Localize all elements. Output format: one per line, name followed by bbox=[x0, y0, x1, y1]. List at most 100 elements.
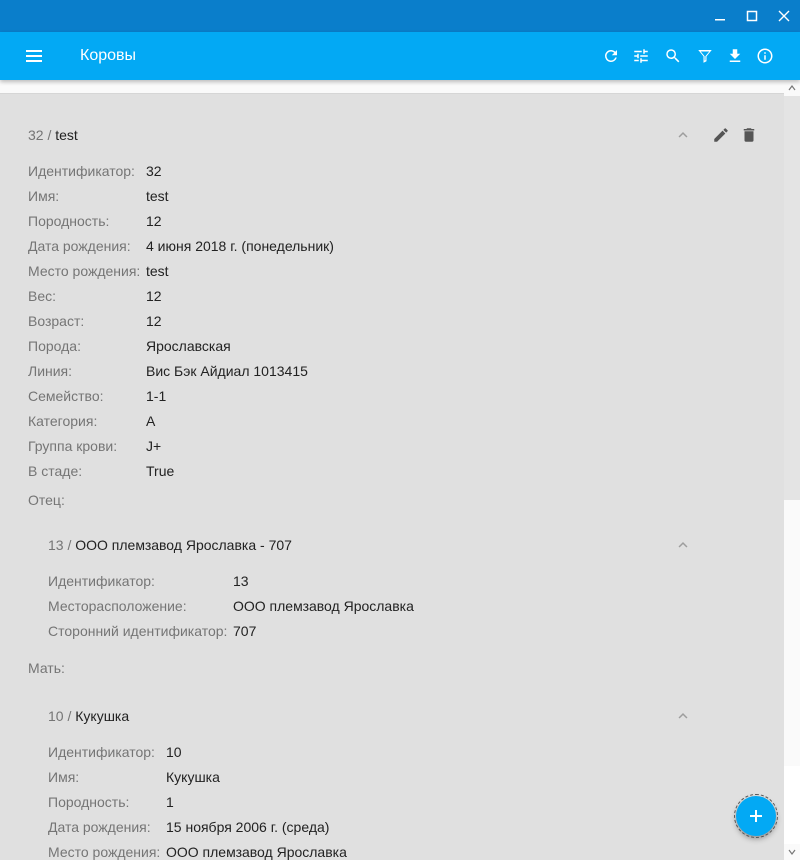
close-icon[interactable] bbox=[768, 0, 800, 32]
mother-collapse-icon[interactable] bbox=[671, 704, 695, 728]
field-row: Идентификатор: 10 bbox=[48, 742, 648, 762]
field-row: Вес: 12 bbox=[28, 286, 628, 306]
field-row: Имя: test bbox=[28, 186, 628, 206]
field-row: Место рождения: test bbox=[28, 261, 628, 281]
field-label: Семейство: bbox=[28, 388, 104, 404]
father-header: 13 / ООО племзавод Ярославка - 707 bbox=[48, 535, 292, 555]
search-icon[interactable] bbox=[661, 44, 685, 68]
field-label: Место рождения: bbox=[28, 263, 141, 279]
field-value: A bbox=[146, 413, 156, 429]
field-label: Сторонний идентификатор: bbox=[48, 623, 228, 639]
field-label: Дата рождения: bbox=[48, 819, 151, 835]
field-value: 12 bbox=[146, 213, 162, 229]
field-value: ООО племзавод Ярославка bbox=[233, 598, 414, 614]
field-row: Дата рождения: 4 июня 2018 г. (понедельни… bbox=[28, 236, 628, 256]
record-header: 32 / test bbox=[28, 125, 78, 145]
field-row: Породность: 1 bbox=[48, 792, 648, 812]
field-label: В стаде: bbox=[28, 463, 83, 479]
field-row: Категория: A bbox=[28, 411, 628, 431]
record-name: test bbox=[55, 127, 78, 143]
field-value: 32 bbox=[146, 163, 162, 179]
field-row: Порода: Ярославская bbox=[28, 336, 628, 356]
field-value: True bbox=[146, 463, 175, 479]
mother-label: Мать: bbox=[28, 660, 65, 676]
field-row: Группа крови: J+ bbox=[28, 436, 628, 456]
mother-name: Кукушка bbox=[75, 708, 130, 724]
field-label: Имя: bbox=[28, 188, 60, 204]
father-id-prefix: 13 / bbox=[48, 537, 72, 553]
info-icon[interactable] bbox=[753, 44, 777, 68]
download-icon[interactable] bbox=[723, 44, 747, 68]
field-label: Порода: bbox=[28, 338, 81, 354]
field-row: Дата рождения: 15 ноября 2006 г. (среда) bbox=[48, 817, 648, 837]
field-row: В стаде: True bbox=[28, 461, 628, 481]
collapse-icon[interactable] bbox=[671, 123, 695, 147]
tune-icon[interactable] bbox=[629, 44, 653, 68]
minimize-icon[interactable] bbox=[704, 0, 736, 32]
field-row: Возраст: 12 bbox=[28, 311, 628, 331]
field-row: Идентификатор: 13 bbox=[48, 571, 648, 591]
delete-icon[interactable] bbox=[737, 123, 761, 147]
scrollbar-thumb[interactable] bbox=[784, 96, 800, 500]
app-bar: Коровы bbox=[0, 32, 800, 80]
field-label: Идентификатор: bbox=[48, 573, 155, 589]
field-label: Возраст: bbox=[28, 313, 85, 329]
field-label: Категория: bbox=[28, 413, 98, 429]
field-label: Вес: bbox=[28, 288, 57, 304]
field-value: J+ bbox=[146, 438, 162, 454]
mother-id-prefix: 10 / bbox=[48, 708, 72, 724]
mother-header: 10 / Кукушка bbox=[48, 706, 129, 726]
field-value: 1 bbox=[166, 794, 174, 810]
field-label: Породность: bbox=[28, 213, 110, 229]
field-label: Месторасположение: bbox=[48, 598, 187, 614]
father-name: ООО племзавод Ярославка - 707 bbox=[75, 537, 292, 553]
maximize-icon[interactable] bbox=[736, 0, 768, 32]
field-value: 4 июня 2018 г. (понедельник) bbox=[146, 238, 334, 254]
field-value: 15 ноября 2006 г. (среда) bbox=[166, 819, 330, 835]
field-value: 12 bbox=[146, 313, 162, 329]
field-value: ООО племзавод Ярославка bbox=[166, 844, 347, 860]
field-label: Идентификатор: bbox=[48, 744, 155, 760]
field-row: Линия: Вис Бэк Айдиал 1013415 bbox=[28, 361, 628, 381]
record-details: 32 / test Идентификатор: 32 Имя: test Породн… bbox=[0, 95, 784, 860]
plus-icon bbox=[750, 810, 762, 822]
field-value: test bbox=[146, 263, 169, 279]
menu-icon[interactable] bbox=[20, 44, 48, 68]
field-row: Породность: 12 bbox=[28, 211, 628, 231]
field-label: Имя: bbox=[48, 769, 80, 785]
field-value: 13 bbox=[233, 573, 249, 589]
field-row: Имя: Кукушка bbox=[48, 767, 648, 787]
toolbar-strip bbox=[0, 80, 784, 94]
scrollbar-track-lower[interactable] bbox=[784, 766, 800, 844]
record-id-prefix: 32 / bbox=[28, 127, 52, 143]
field-row: Место рождения: ООО племзавод Ярославка bbox=[48, 842, 648, 860]
refresh-icon[interactable] bbox=[599, 44, 623, 68]
field-row: Идентификатор: 32 bbox=[28, 161, 628, 181]
field-value: Вис Бэк Айдиал 1013415 bbox=[146, 363, 308, 379]
field-value: 707 bbox=[233, 623, 257, 639]
field-row: Сторонний идентификатор: 707 bbox=[48, 621, 648, 641]
field-value: 10 bbox=[166, 744, 182, 760]
field-row: Месторасположение: ООО племзавод Ярославк… bbox=[48, 596, 648, 616]
field-value: 1-1 bbox=[146, 388, 167, 404]
father-label: Отец: bbox=[28, 492, 65, 508]
filter-icon[interactable] bbox=[693, 44, 717, 68]
field-label: Идентификатор: bbox=[28, 163, 135, 179]
scroll-down-arrow-icon[interactable] bbox=[784, 844, 800, 860]
window-titlebar bbox=[0, 0, 800, 32]
field-value: Ярославская bbox=[146, 338, 231, 354]
field-label: Дата рождения: bbox=[28, 238, 131, 254]
field-label: Место рождения: bbox=[48, 844, 161, 860]
edit-icon[interactable] bbox=[709, 123, 733, 147]
page-title: Коровы bbox=[80, 47, 137, 64]
father-collapse-icon[interactable] bbox=[671, 533, 695, 557]
scroll-up-arrow-icon[interactable] bbox=[784, 80, 800, 96]
field-value: test bbox=[146, 188, 169, 204]
field-value: Кукушка bbox=[166, 769, 220, 785]
add-button[interactable] bbox=[734, 794, 778, 838]
field-label: Группа крови: bbox=[28, 438, 118, 454]
field-label: Линия: bbox=[28, 363, 73, 379]
field-label: Породность: bbox=[48, 794, 130, 810]
field-value: 12 bbox=[146, 288, 162, 304]
field-row: Семейство: 1-1 bbox=[28, 386, 628, 406]
